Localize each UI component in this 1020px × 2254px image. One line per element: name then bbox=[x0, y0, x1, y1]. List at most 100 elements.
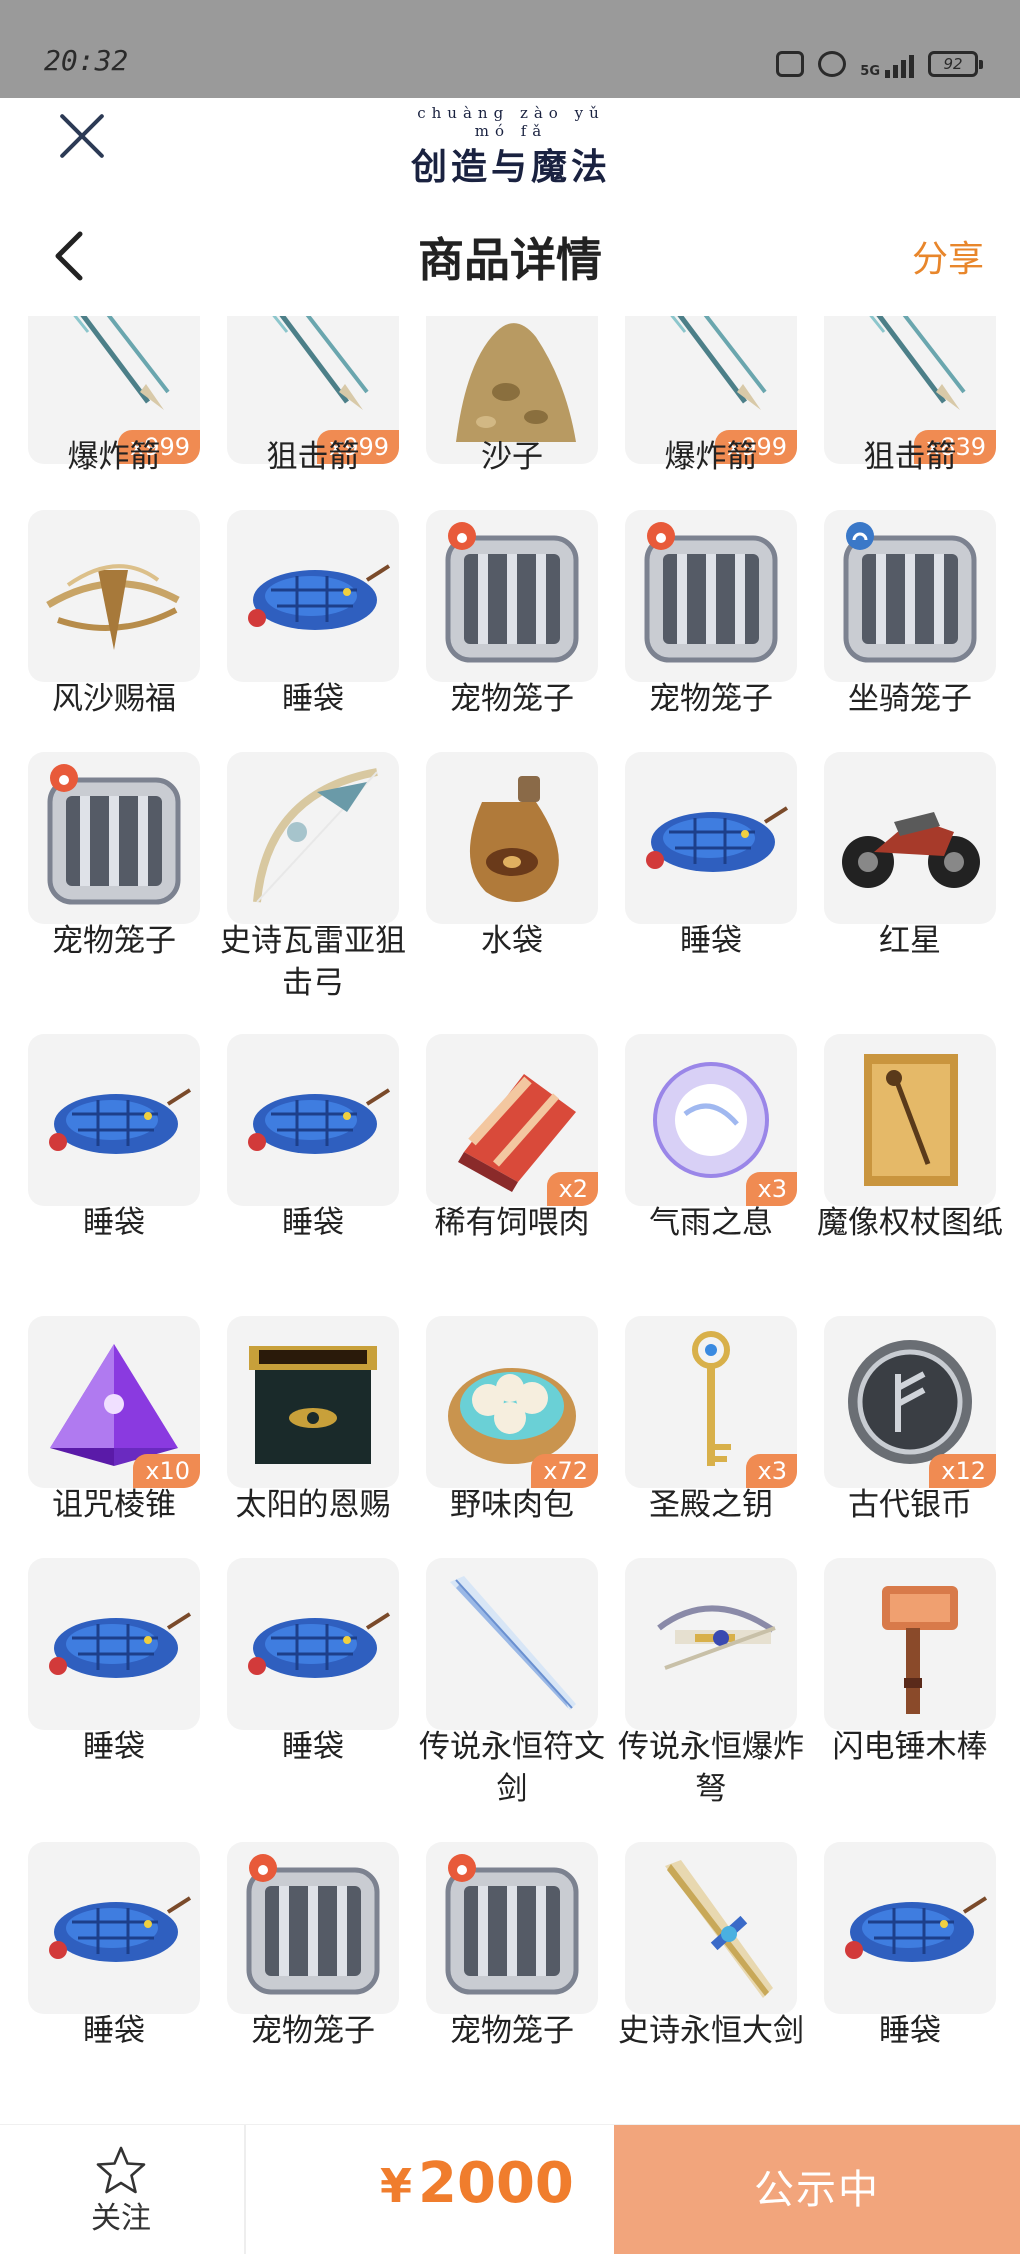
price: ¥2000 bbox=[380, 2151, 574, 2216]
item-name: 睡袋 bbox=[879, 2013, 941, 2049]
nfc-icon bbox=[776, 51, 805, 77]
item-name: 睡袋 bbox=[282, 681, 344, 717]
item-name: 水袋 bbox=[481, 923, 543, 959]
publicity-status-button[interactable]: 公示中 bbox=[614, 2125, 1020, 2254]
sleeping-bag-icon bbox=[248, 1612, 391, 1678]
close-button[interactable] bbox=[58, 112, 106, 160]
item-name: 沙子 bbox=[481, 439, 543, 475]
item-name: 睡袋 bbox=[83, 1205, 145, 1241]
price-value: 2000 bbox=[418, 2151, 574, 2216]
item-name: 古代银币 bbox=[848, 1487, 972, 1523]
alarm-icon bbox=[818, 51, 847, 77]
sleeping-bag-icon bbox=[845, 1896, 988, 1962]
item-thumbnail bbox=[625, 1842, 797, 2014]
item-thumbnail bbox=[426, 1842, 598, 2014]
item-name: 圣殿之钥 bbox=[649, 1487, 773, 1523]
item-thumbnail bbox=[227, 1842, 399, 2014]
status-icons: 5G 92 bbox=[776, 50, 983, 78]
follow-button[interactable]: 关注 bbox=[76, 2143, 166, 2247]
item-name: 稀有饲喂肉 bbox=[434, 1205, 590, 1241]
item-name: 坐骑笼子 bbox=[848, 681, 972, 717]
item-name: 太阳的恩赐 bbox=[235, 1487, 391, 1523]
item-name: 睡袋 bbox=[680, 923, 742, 959]
item-thumbnail bbox=[625, 752, 797, 924]
item-name: 宠物笼子 bbox=[649, 681, 773, 717]
pet-cage-icon bbox=[445, 522, 579, 663]
bow-icon bbox=[253, 768, 378, 903]
item-thumbnail bbox=[28, 752, 200, 924]
item-thumbnail bbox=[227, 1034, 399, 1206]
battery-icon: 92 bbox=[928, 51, 983, 77]
mount-cage-icon bbox=[843, 522, 977, 663]
quantity-badge: x10 bbox=[133, 1454, 200, 1488]
network-label: 5G bbox=[860, 64, 880, 79]
item-thumbnail bbox=[227, 752, 399, 924]
item-thumbnail: x72 bbox=[426, 1316, 598, 1488]
item-name: 传说永恒符文剑 bbox=[419, 1729, 605, 1807]
item-thumbnail bbox=[426, 1558, 598, 1730]
item-name: 史诗瓦雷亚狙击弓 bbox=[220, 923, 406, 1001]
rune-sword-icon bbox=[450, 1576, 576, 1710]
water-bag-icon bbox=[469, 776, 559, 902]
item-thumbnail: x3 bbox=[625, 1034, 797, 1206]
sleeping-bag-icon bbox=[49, 1896, 192, 1962]
item-thumbnail: x12 bbox=[824, 1316, 996, 1488]
item-name: 红星 bbox=[879, 923, 941, 959]
item-name: 野味肉包 bbox=[450, 1487, 574, 1523]
item-name: 传说永恒爆炸弩 bbox=[618, 1729, 804, 1807]
item-thumbnail bbox=[625, 510, 797, 682]
bottom-bar: 关注 ¥2000 公示中 bbox=[0, 2124, 1020, 2254]
item-name: 诅咒棱锥 bbox=[52, 1487, 176, 1523]
follow-label: 关注 bbox=[91, 2201, 151, 2236]
pet-cage-icon bbox=[47, 764, 181, 905]
great-sword-icon bbox=[665, 1860, 773, 1998]
item-name: 狙击箭 bbox=[863, 439, 957, 475]
item-thumbnail bbox=[625, 1558, 797, 1730]
item-thumbnail bbox=[426, 510, 598, 682]
item-name: 狙击箭 bbox=[266, 439, 360, 475]
item-name: 睡袋 bbox=[83, 2013, 145, 2049]
item-thumbnail: x3 bbox=[625, 1316, 797, 1488]
pet-cage-icon bbox=[644, 522, 778, 663]
share-button[interactable]: 分享 bbox=[912, 230, 984, 282]
item-name: 魔像权杖图纸 bbox=[817, 1205, 1003, 1241]
item-name: 睡袋 bbox=[282, 1205, 344, 1241]
status-bar: 20:32 5G 92 bbox=[0, 0, 1020, 98]
quantity-badge: x3 bbox=[745, 1172, 797, 1206]
page-title: 商品详情 bbox=[418, 233, 602, 287]
item-thumbnail bbox=[824, 752, 996, 924]
item-thumbnail bbox=[824, 510, 996, 682]
item-thumbnail: x10 bbox=[28, 1316, 200, 1488]
item-name: 睡袋 bbox=[282, 1729, 344, 1765]
item-name: 宠物笼子 bbox=[450, 2013, 574, 2049]
sleeping-bag-icon bbox=[248, 564, 391, 630]
item-thumbnail bbox=[227, 1316, 399, 1488]
chest-icon bbox=[249, 1346, 377, 1464]
item-thumbnail bbox=[227, 1558, 399, 1730]
pet-cage-icon bbox=[246, 1854, 380, 1995]
item-name: 风沙赐福 bbox=[52, 681, 176, 717]
item-thumbnail bbox=[824, 1034, 996, 1206]
item-thumbnail bbox=[824, 1842, 996, 2014]
signal-icon: 5G bbox=[860, 50, 914, 78]
item-name: 闪电锤木棒 bbox=[832, 1729, 988, 1765]
quantity-badge: x2 bbox=[546, 1172, 598, 1206]
sleeping-bag-icon bbox=[49, 1088, 192, 1154]
hammer-icon bbox=[882, 1586, 958, 1714]
motorcycle-icon bbox=[842, 812, 980, 888]
game-logo: chuàng zào yǔ mó fǎ 创造与魔法 bbox=[396, 104, 626, 190]
item-thumbnail: x2 bbox=[426, 1034, 598, 1206]
item-name: 宠物笼子 bbox=[52, 923, 176, 959]
game-logo-name: 创造与魔法 bbox=[410, 146, 611, 188]
item-name: 宠物笼子 bbox=[450, 681, 574, 717]
item-name: 史诗永恒大剑 bbox=[618, 2013, 804, 2049]
item-grid: x999 爆炸箭 x999 狙击箭 沙子 x999 爆炸箭 x839 狙击箭 风沙赐福 睡袋 宠物笼子… bbox=[0, 316, 1020, 2124]
game-logo-pinyin: chuàng zào yǔ mó fǎ bbox=[417, 104, 605, 140]
item-thumbnail bbox=[28, 1558, 200, 1730]
quantity-badge: x12 bbox=[929, 1454, 996, 1488]
quantity-badge: x72 bbox=[531, 1454, 598, 1488]
currency-symbol: ¥ bbox=[380, 2159, 413, 2213]
item-thumbnail bbox=[28, 1842, 200, 2014]
scroll-icon bbox=[864, 1054, 958, 1186]
star-icon bbox=[96, 2146, 146, 2194]
